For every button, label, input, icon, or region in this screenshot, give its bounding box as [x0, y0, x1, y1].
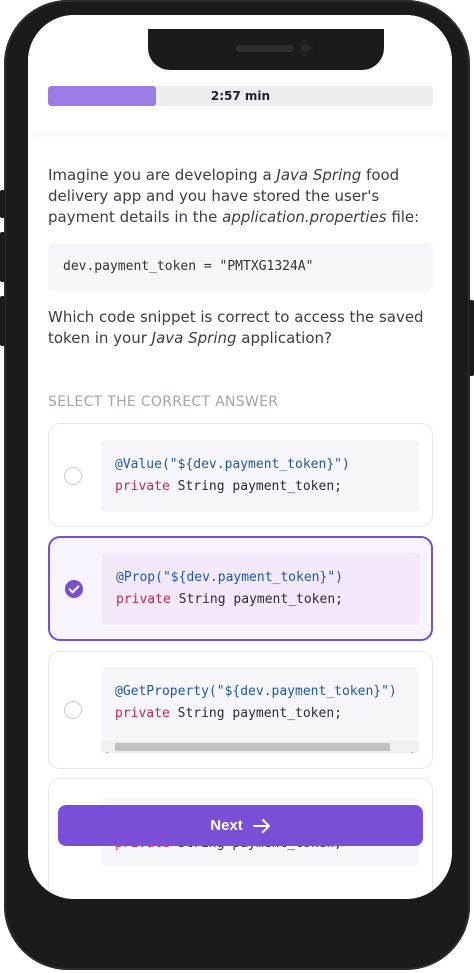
answer-option-3[interactable]: @GetProperty("${dev.payment_token}") pri…: [48, 651, 433, 769]
checked-radio-icon[interactable]: [65, 580, 83, 598]
volume-down-button: [0, 296, 5, 346]
scroll-left-arrow-icon[interactable]: ◀: [104, 743, 108, 753]
screen: 2:57 min Imagine you are developing a Ja…: [28, 15, 452, 899]
timer-progress-bar: 2:57 min: [48, 86, 433, 106]
select-label: SELECT THE CORRECT ANSWER: [48, 394, 279, 410]
timer-text: 2:57 min: [210, 89, 271, 103]
next-button[interactable]: Next: [58, 805, 423, 846]
camera-icon: [298, 40, 314, 56]
phone-frame: 2:57 min Imagine you are developing a Ja…: [4, 0, 470, 970]
code-snippet: @GetProperty("${dev.payment_token}") pri…: [101, 667, 419, 753]
code-snippet: @Value("${dev.payment_token}") private S…: [101, 440, 419, 512]
radio-button[interactable]: [64, 467, 82, 485]
next-button-label: Next: [210, 817, 243, 834]
answer-option-2[interactable]: @Prop("${dev.payment_token}") private St…: [48, 536, 433, 641]
volume-up-button: [0, 232, 5, 282]
scroll-right-arrow-icon[interactable]: ▶: [412, 743, 416, 753]
question-text: Imagine you are developing a Java Spring…: [48, 166, 420, 226]
answer-option-1[interactable]: @Value("${dev.payment_token}") private S…: [48, 423, 433, 527]
notch: [148, 29, 384, 70]
power-button: [469, 300, 474, 376]
code-snippet: @Prop("${dev.payment_token}") private St…: [102, 553, 420, 625]
horizontal-scrollbar[interactable]: ◀▶: [101, 741, 419, 753]
scrollbar-thumb[interactable]: [115, 743, 390, 751]
speaker: [236, 45, 294, 52]
side-button: [0, 190, 5, 218]
arrow-right-icon: [252, 818, 270, 833]
radio-button[interactable]: [64, 701, 82, 719]
properties-code-block: dev.payment_token = "PMTXG1324A": [48, 243, 433, 291]
question-prompt: Which code snippet is correct to access …: [48, 308, 424, 347]
